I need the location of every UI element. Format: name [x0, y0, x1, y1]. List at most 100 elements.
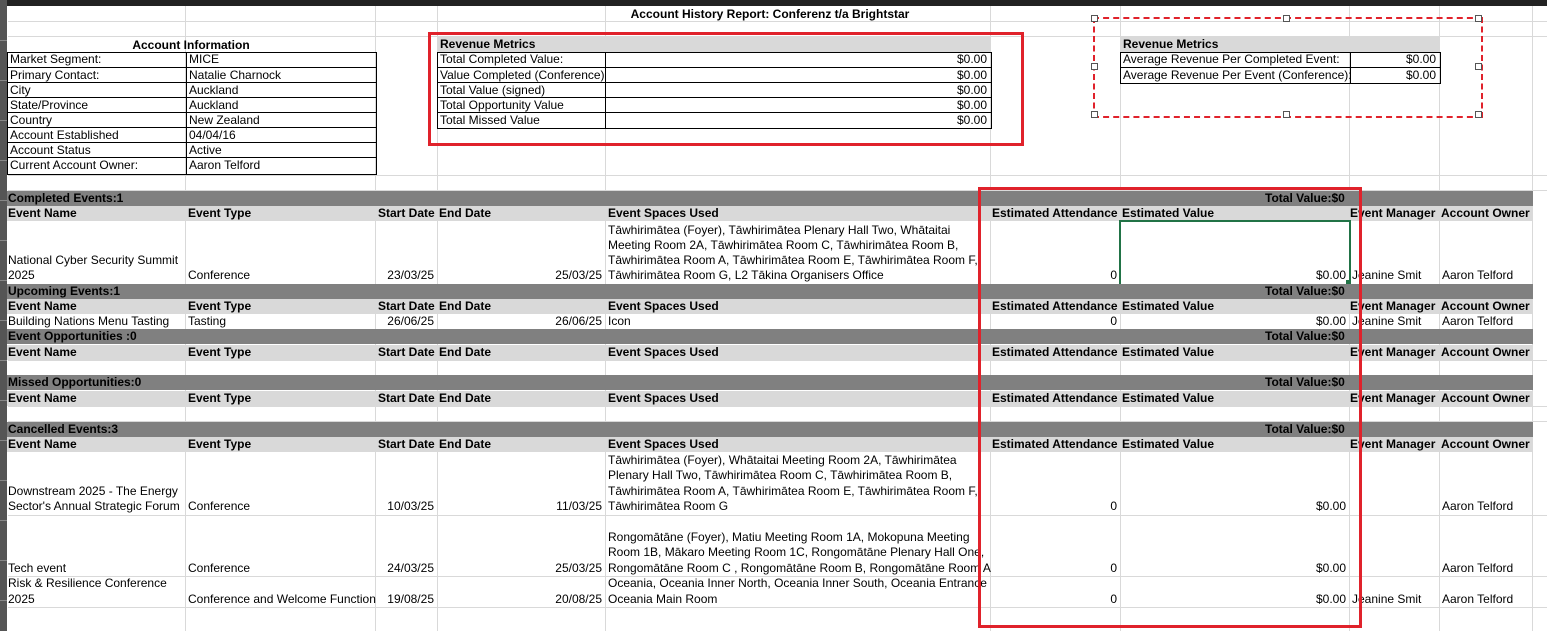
col-owner: Account Owner	[1441, 206, 1530, 220]
account-owner: Aaron Telford	[1442, 314, 1514, 328]
event-spaces: Tāwhirimātea (Foyer), Tāwhirimātea Plena…	[608, 223, 951, 237]
field-value: 04/04/16	[189, 128, 236, 142]
table-row[interactable]: Current Account Owner: Aaron Telford	[8, 157, 376, 173]
field-label: Account Established	[10, 128, 119, 142]
resize-handle[interactable]	[1091, 111, 1098, 118]
event-manager: Jeanine Smit	[1352, 592, 1422, 606]
col-manager: Event Manager	[1350, 391, 1436, 405]
table-row[interactable]: City Auckland	[8, 82, 376, 98]
row-header-strip[interactable]	[0, 0, 7, 631]
col-event-type: Event Type	[188, 299, 252, 313]
account-owner: Aaron Telford	[1442, 268, 1514, 282]
resize-handle[interactable]	[1091, 63, 1098, 70]
field-value: Auckland	[189, 98, 239, 112]
col-manager: Event Manager	[1350, 345, 1436, 359]
resize-handle[interactable]	[1091, 15, 1098, 22]
start-date: 10/03/25	[387, 499, 434, 513]
start-date: 23/03/25	[387, 268, 434, 282]
section-title: Missed Opportunities:0	[8, 375, 142, 389]
event-name: Building Nations Menu Tasting	[8, 314, 170, 328]
field-label: Primary Contact:	[10, 68, 100, 82]
col-end-date: End Date	[439, 345, 492, 359]
resize-handle[interactable]	[1475, 111, 1482, 118]
section-title: Upcoming Events:1	[8, 284, 121, 298]
field-label: City	[10, 83, 31, 97]
col-start-date: Start Date	[378, 299, 435, 313]
resize-handle[interactable]	[1283, 111, 1290, 118]
event-spaces: Tāwhirimātea Room G	[608, 499, 729, 513]
col-event-type: Event Type	[188, 391, 252, 405]
event-spaces: Meeting Room 2A, Tāwhirimātea Room C, Tā…	[608, 238, 959, 252]
account-info-table: Market Segment: MICE Primary Contact: Na…	[7, 52, 377, 175]
end-date: 26/06/25	[555, 314, 602, 328]
section-title: Cancelled Events:3	[8, 422, 119, 436]
event-type: Conference	[188, 268, 251, 282]
event-name: Tech event	[8, 561, 67, 575]
col-manager: Event Manager	[1350, 437, 1436, 451]
table-row[interactable]: State/Province Auckland	[8, 97, 376, 113]
col-spaces: Event Spaces Used	[608, 391, 719, 405]
col-owner: Account Owner	[1441, 345, 1530, 359]
col-owner: Account Owner	[1441, 299, 1530, 313]
red-highlight-box	[978, 187, 1362, 628]
red-highlight-box	[428, 32, 1024, 146]
col-end-date: End Date	[439, 206, 492, 220]
resize-handle[interactable]	[1283, 15, 1290, 22]
col-start-date: Start Date	[378, 345, 435, 359]
event-name: 2025	[8, 268, 35, 282]
col-start-date: Start Date	[378, 437, 435, 451]
table-row[interactable]: Country New Zealand	[8, 112, 376, 128]
col-end-date: End Date	[439, 437, 492, 451]
end-date: 25/03/25	[555, 268, 602, 282]
col-start-date: Start Date	[378, 391, 435, 405]
end-date: 20/08/25	[555, 592, 602, 606]
col-spaces: Event Spaces Used	[608, 437, 719, 451]
event-spaces: Room 1B, Mākaro Meeting Room 1C, Rongomā…	[608, 545, 985, 559]
field-label: Account Status	[10, 143, 91, 157]
report-title: Account History Report: Conferenz t/a Br…	[630, 7, 910, 21]
start-date: 24/03/25	[387, 561, 434, 575]
col-end-date: End Date	[439, 391, 492, 405]
event-spaces: Oceania, Oceania Inner North, Oceania In…	[608, 576, 987, 590]
col-event-name: Event Name	[8, 299, 77, 313]
account-owner: Aaron Telford	[1442, 499, 1514, 513]
table-row[interactable]: Account Status Active	[8, 142, 376, 158]
resize-handle[interactable]	[1475, 63, 1482, 70]
event-spaces: Tāwhirimātea Room A, Tāwhirimātea Room E…	[608, 484, 978, 498]
col-event-name: Event Name	[8, 437, 77, 451]
selected-shape-outline[interactable]	[1093, 17, 1483, 118]
col-event-name: Event Name	[8, 391, 77, 405]
gridline	[1532, 6, 1533, 631]
col-spaces: Event Spaces Used	[608, 206, 719, 220]
account-info-header: Account Information	[132, 38, 250, 52]
section-title: Completed Events:1	[8, 191, 124, 205]
col-manager: Event Manager	[1350, 299, 1436, 313]
event-spaces: Oceania Main Room	[608, 592, 718, 606]
col-manager: Event Manager	[1350, 206, 1436, 220]
section-title: Event Opportunities :0	[8, 329, 137, 343]
event-type: Conference	[188, 499, 251, 513]
end-date: 11/03/25	[556, 499, 602, 513]
field-label: Current Account Owner:	[10, 158, 139, 172]
event-spaces: Rongomātāne (Foyer), Matiu Meeting Room …	[608, 530, 970, 544]
col-event-type: Event Type	[188, 345, 252, 359]
field-value: New Zealand	[189, 113, 260, 127]
col-owner: Account Owner	[1441, 391, 1530, 405]
event-name: Sector's Annual Strategic Forum	[8, 499, 180, 513]
account-owner: Aaron Telford	[1442, 561, 1514, 575]
table-row[interactable]: Account Established 04/04/16	[8, 127, 376, 143]
start-date: 26/06/25	[387, 314, 434, 328]
field-label: Country	[10, 113, 53, 127]
col-event-type: Event Type	[188, 437, 252, 451]
col-event-name: Event Name	[8, 345, 77, 359]
table-row[interactable]: Primary Contact: Natalie Charnock	[8, 67, 376, 83]
field-value: Auckland	[189, 83, 239, 97]
event-spaces: Tāwhirimātea (Foyer), Whātaitai Meeting …	[608, 453, 957, 467]
event-manager: Jeanine Smit	[1352, 268, 1422, 282]
event-name: Risk & Resilience Conference	[8, 576, 167, 590]
event-spaces: Icon	[608, 314, 631, 328]
event-name: Downstream 2025 - The Energy	[8, 484, 178, 498]
resize-handle[interactable]	[1475, 15, 1482, 22]
field-value: Active	[189, 143, 222, 157]
table-row[interactable]: Market Segment: MICE	[8, 52, 376, 67]
